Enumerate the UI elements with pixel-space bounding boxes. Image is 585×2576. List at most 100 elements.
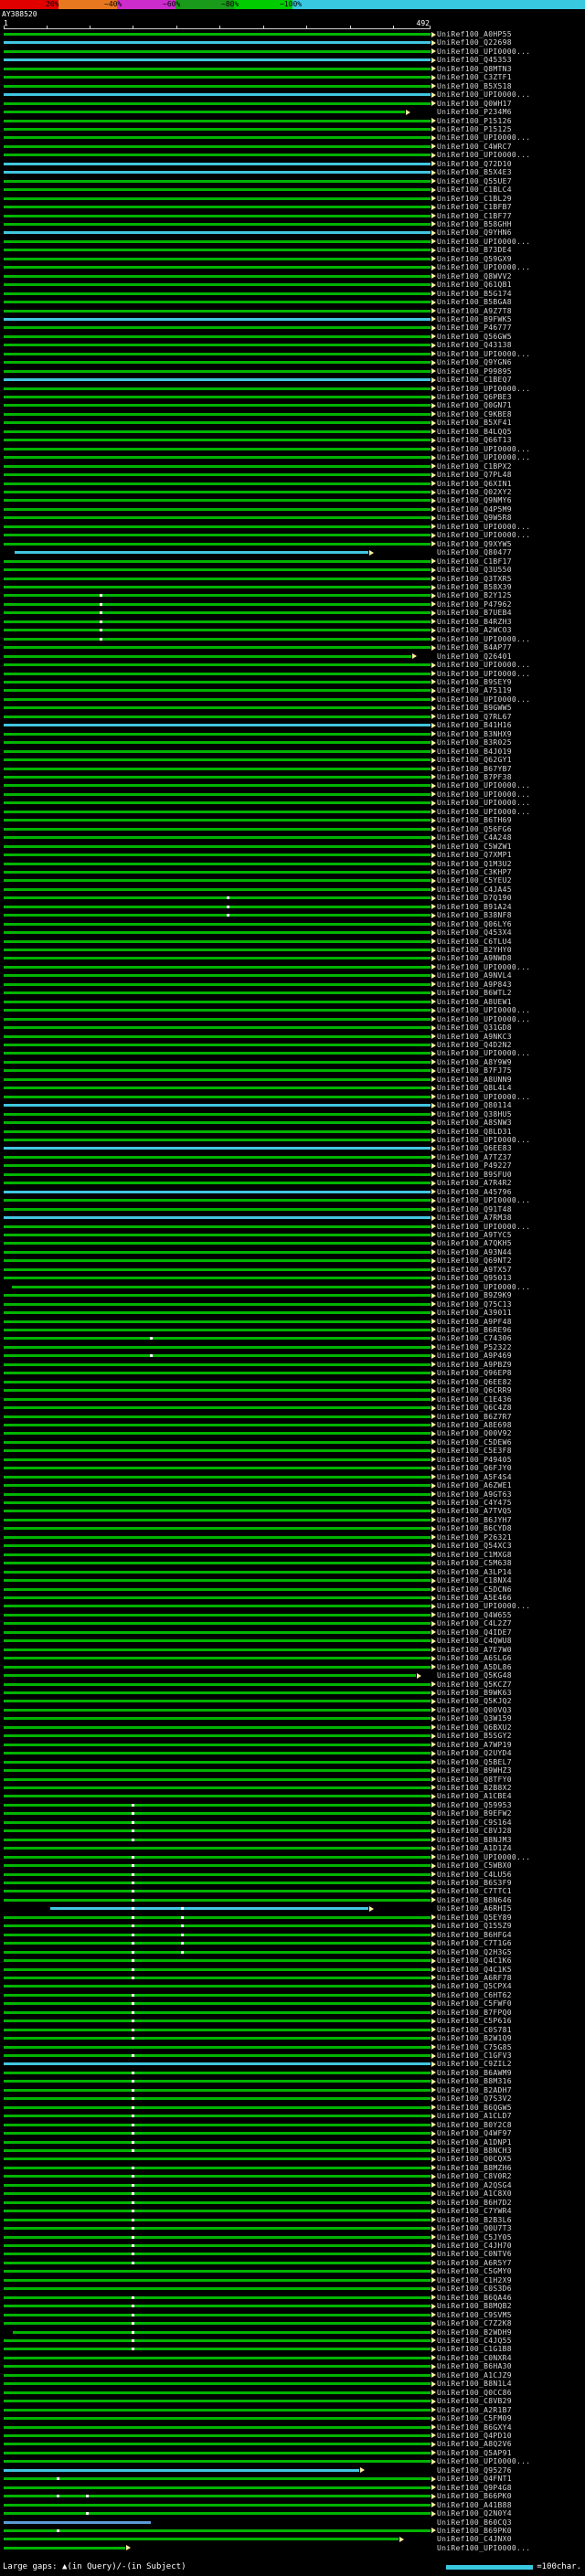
hit-bar[interactable]	[4, 162, 431, 165]
hit-bar[interactable]	[4, 1691, 431, 1694]
hit-bar[interactable]	[4, 586, 431, 588]
hit-bar[interactable]	[4, 231, 431, 235]
hit-bar[interactable]	[4, 844, 431, 848]
hit-label[interactable]: UniRef100_A1CJZ9	[437, 2371, 512, 2380]
hit-label[interactable]: UniRef100_B69PK0	[437, 2527, 512, 2535]
hit-label[interactable]: UniRef100_A75119	[437, 686, 512, 694]
hit-label[interactable]: UniRef100_A3LP14	[437, 1568, 512, 1576]
hit-label[interactable]: UniRef100_C6TLU4	[437, 938, 512, 946]
hit-bar[interactable]	[4, 1786, 431, 1789]
hit-label[interactable]: UniRef100_UPI0000...	[437, 1006, 530, 1014]
hit-label[interactable]: UniRef100_A6ZWE1	[437, 1481, 512, 1489]
hit-label[interactable]: UniRef100_Q55UE7	[437, 177, 512, 186]
hit-label[interactable]: UniRef100_B9FWK5	[437, 315, 512, 323]
hit-label[interactable]: UniRef100_Q0CC86	[437, 2389, 512, 2397]
hit-label[interactable]: UniRef100_Q6EE83	[437, 1144, 512, 1152]
hit-bar[interactable]	[4, 2460, 431, 2464]
hit-bar[interactable]	[4, 283, 431, 287]
hit-label[interactable]: UniRef100_Q80477	[437, 548, 512, 557]
hit-bar[interactable]	[4, 266, 431, 270]
hit-bar[interactable]	[4, 1777, 431, 1781]
hit-label[interactable]: UniRef100_B2WDH9	[437, 2328, 512, 2337]
hit-bar[interactable]	[50, 1907, 368, 1911]
hit-label[interactable]: UniRef100_B38NF8	[437, 911, 512, 919]
hit-bar[interactable]	[4, 516, 431, 520]
hit-bar[interactable]	[4, 1743, 431, 1746]
hit-label[interactable]: UniRef100_C1E436	[437, 1395, 512, 1404]
hit-label[interactable]: UniRef100_B6CYD8	[437, 1524, 512, 1532]
hit-bar[interactable]	[4, 1216, 431, 1220]
hit-bar[interactable]	[4, 421, 431, 425]
hit-bar[interactable]	[4, 914, 431, 917]
hit-label[interactable]: UniRef100_C7YWR4	[437, 2207, 512, 2215]
hit-bar[interactable]	[4, 2382, 431, 2386]
hit-bar[interactable]	[4, 1613, 431, 1617]
hit-bar[interactable]	[4, 2140, 431, 2144]
hit-label[interactable]: UniRef100_UPI0000...	[437, 1196, 530, 1204]
hit-bar[interactable]	[4, 491, 431, 494]
hit-bar[interactable]	[4, 1915, 431, 1919]
hit-bar[interactable]	[4, 775, 431, 779]
hit-bar[interactable]	[15, 551, 368, 555]
hit-bar[interactable]	[4, 1052, 431, 1055]
hit-label[interactable]: UniRef100_UPI0000...	[437, 1223, 530, 1231]
hit-bar[interactable]	[4, 1864, 431, 1868]
hit-bar[interactable]	[4, 784, 431, 788]
hit-bar[interactable]	[4, 931, 431, 935]
hit-label[interactable]: UniRef100_Q2UYD4	[437, 1749, 512, 1757]
hit-bar[interactable]	[4, 525, 431, 528]
hit-label[interactable]: UniRef100_Q6BXU2	[437, 1723, 512, 1732]
hit-bar[interactable]	[4, 361, 431, 365]
hit-bar[interactable]	[4, 819, 431, 822]
hit-bar[interactable]	[4, 1087, 431, 1090]
hit-label[interactable]: UniRef100_B4RZH3	[437, 618, 512, 626]
hit-bar[interactable]	[4, 1838, 431, 1841]
hit-label[interactable]: UniRef100_P46777	[437, 323, 512, 332]
hit-label[interactable]: UniRef100_Q9XYW5	[437, 540, 512, 548]
hit-bar[interactable]	[4, 2400, 431, 2403]
hit-bar[interactable]	[4, 767, 431, 770]
hit-bar[interactable]	[4, 317, 431, 321]
hit-label[interactable]: UniRef100_B6AWM9	[437, 2069, 512, 2077]
hit-bar[interactable]	[4, 620, 431, 623]
hit-bar[interactable]	[4, 1060, 431, 1064]
hit-bar[interactable]	[4, 2348, 431, 2351]
hit-label[interactable]: UniRef100_A1D1Z4	[437, 1844, 512, 1852]
hit-bar[interactable]	[4, 1518, 431, 1521]
hit-label[interactable]: UniRef100_UPI0000...	[437, 523, 530, 531]
hit-bar[interactable]	[4, 154, 431, 157]
hit-bar[interactable]	[4, 2538, 399, 2541]
hit-label[interactable]: UniRef100_B8NJM3	[437, 1836, 512, 1844]
hit-bar[interactable]	[4, 1803, 431, 1807]
hit-label[interactable]: UniRef100_B3NHX9	[437, 730, 512, 738]
hit-label[interactable]: UniRef100_Q3TXR5	[437, 575, 512, 583]
hit-label[interactable]: UniRef100_B0Y2C8	[437, 2121, 512, 2129]
hit-bar[interactable]	[4, 1026, 431, 1030]
hit-label[interactable]: UniRef100_C1BPX2	[437, 462, 512, 471]
hit-bar[interactable]	[4, 2278, 431, 2282]
hit-label[interactable]: UniRef100_A7RM38	[437, 1214, 512, 1222]
hit-bar[interactable]	[4, 1000, 431, 1003]
hit-label[interactable]: UniRef100_B8MZH6	[437, 2164, 512, 2172]
hit-bar[interactable]	[4, 810, 431, 813]
hit-label[interactable]: UniRef100_Q9W5R8	[437, 514, 512, 522]
hit-bar[interactable]	[4, 1362, 431, 1366]
hit-bar[interactable]	[4, 1717, 431, 1721]
hit-bar[interactable]	[4, 2451, 431, 2454]
hit-bar[interactable]	[4, 1458, 431, 1461]
hit-bar[interactable]	[4, 2373, 431, 2377]
hit-label[interactable]: UniRef100_A7WP19	[437, 1741, 512, 1749]
hit-bar[interactable]	[4, 387, 431, 390]
hit-bar[interactable]	[4, 1224, 431, 1228]
hit-bar[interactable]	[4, 2365, 431, 2369]
hit-label[interactable]: UniRef100_A8SNW3	[437, 1118, 512, 1127]
hit-label[interactable]: UniRef100_A8Q2V6	[437, 2440, 512, 2448]
hit-label[interactable]: UniRef100_C5P616	[437, 2017, 512, 2025]
hit-bar[interactable]	[4, 2528, 431, 2532]
hit-label[interactable]: UniRef100_P47962	[437, 600, 512, 609]
hit-label[interactable]: UniRef100_Q06LY6	[437, 920, 512, 928]
hit-label[interactable]: UniRef100_Q9YGN6	[437, 358, 512, 366]
hit-label[interactable]: UniRef100_Q62GY1	[437, 756, 512, 764]
hit-bar[interactable]	[4, 706, 431, 710]
hit-label[interactable]: UniRef100_Q8L4L4	[437, 1084, 512, 1092]
